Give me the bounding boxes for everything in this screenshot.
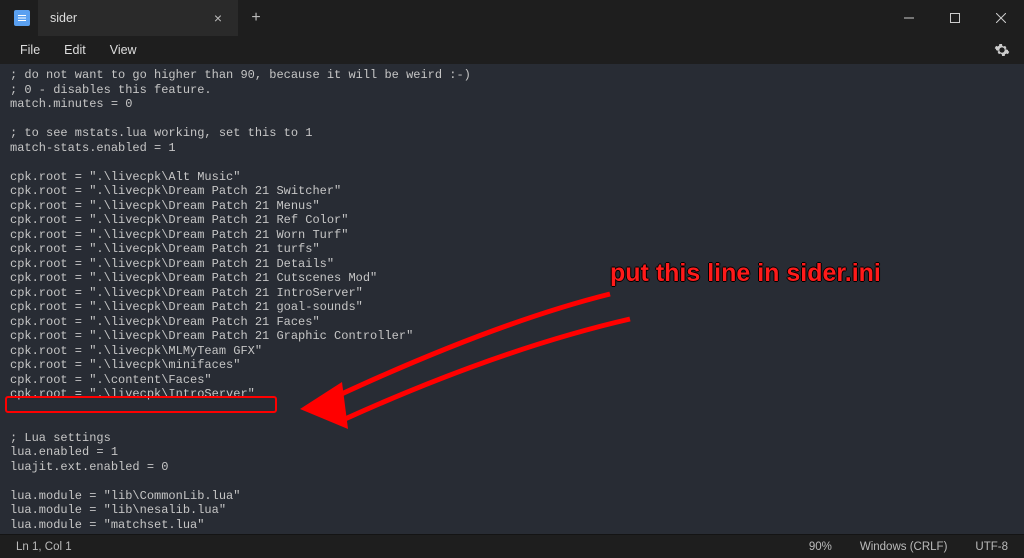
menu-file[interactable]: File bbox=[8, 39, 52, 61]
menubar: File Edit View bbox=[0, 36, 1024, 64]
menu-view[interactable]: View bbox=[98, 39, 149, 61]
new-tab-button[interactable]: + bbox=[238, 0, 274, 36]
close-icon[interactable]: × bbox=[210, 10, 226, 26]
code-content: ; do not want to go higher than 90, beca… bbox=[10, 68, 1014, 532]
status-cursor-pos[interactable]: Ln 1, Col 1 bbox=[12, 541, 76, 553]
statusbar: Ln 1, Col 1 90% Windows (CRLF) UTF-8 bbox=[0, 534, 1024, 558]
status-zoom[interactable]: 90% bbox=[805, 541, 836, 553]
editor-area[interactable]: ; do not want to go higher than 90, beca… bbox=[0, 64, 1024, 534]
close-window-button[interactable] bbox=[978, 0, 1024, 36]
annotation-text: put this line in sider.ini bbox=[610, 259, 881, 288]
menu-edit[interactable]: Edit bbox=[52, 39, 98, 61]
window-controls bbox=[886, 0, 1024, 36]
tab-sider[interactable]: sider × bbox=[38, 0, 238, 36]
gear-icon[interactable] bbox=[988, 36, 1016, 64]
app-icon bbox=[14, 10, 30, 26]
status-encoding[interactable]: UTF-8 bbox=[971, 541, 1012, 553]
titlebar: sider × + bbox=[0, 0, 1024, 36]
tab-area: sider × + bbox=[0, 0, 274, 36]
minimize-button[interactable] bbox=[886, 0, 932, 36]
status-eol[interactable]: Windows (CRLF) bbox=[856, 541, 952, 553]
maximize-button[interactable] bbox=[932, 0, 978, 36]
tab-title: sider bbox=[50, 11, 77, 25]
